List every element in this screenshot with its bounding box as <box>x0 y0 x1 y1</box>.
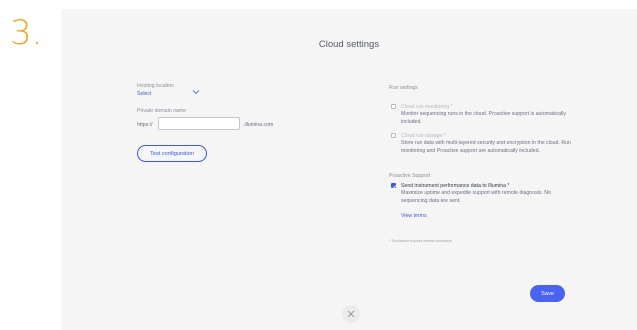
private-domain-input[interactable] <box>158 117 240 130</box>
view-terms-link[interactable]: View terms <box>401 213 427 219</box>
send-performance-data-description: Maximize uptime and expedite support wit… <box>401 190 551 204</box>
cloud-run-monitoring-description: Monitor sequencing runs in the cloud. Pr… <box>401 111 566 125</box>
chevron-down-icon[interactable] <box>192 89 200 95</box>
screen: 3. Cloud settings Hosting location Selec… <box>0 0 637 330</box>
save-button[interactable]: Save <box>530 285 565 302</box>
domain-prefix: https:// <box>137 122 153 128</box>
internet-footnote: * This feature requires internet connect… <box>389 239 452 243</box>
send-performance-data-title: Send instrument performance data to Illu… <box>401 182 510 189</box>
cloud-run-monitoring-title: Cloud run monitoring * <box>401 103 453 110</box>
close-button[interactable] <box>342 305 360 323</box>
checkmark-icon <box>392 185 397 189</box>
cloud-run-storage-checkbox[interactable] <box>391 133 396 138</box>
cloud-run-storage-description: Store run data with multi-layered securi… <box>401 140 571 154</box>
test-configuration-button[interactable]: Test configuration <box>137 145 207 162</box>
domain-suffix: .illumina.com <box>243 122 274 128</box>
cloud-run-storage-title: Cloud run storage * <box>401 132 446 139</box>
send-performance-data-checkbox[interactable] <box>391 183 397 189</box>
cloud-run-monitoring-checkbox[interactable] <box>391 104 396 109</box>
cloud-settings-dialog: Cloud settings Hosting location Select P… <box>61 9 637 330</box>
private-domain-label: Private domain name <box>137 108 187 114</box>
hosting-location-label: Hosting location <box>137 83 174 89</box>
close-icon <box>347 310 355 318</box>
run-settings-label: Run settings <box>389 85 418 91</box>
proactive-support-label: Proactive Support <box>389 173 431 179</box>
dialog-title: Cloud settings <box>318 39 380 50</box>
step-number: 3. <box>10 13 43 53</box>
hosting-location-select[interactable]: Select <box>137 91 151 97</box>
